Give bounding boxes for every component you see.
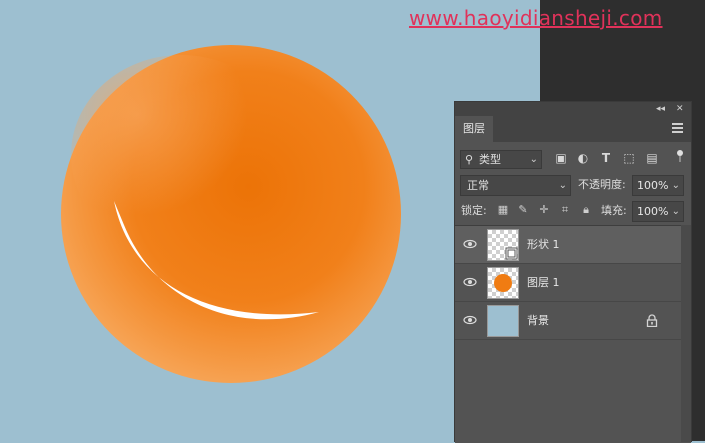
panel-menu-icon[interactable] (672, 123, 683, 133)
layers-scrollbar[interactable] (681, 225, 691, 442)
layer-row-shape1[interactable]: 形状 1 (455, 226, 691, 264)
close-icon[interactable]: ✕ (676, 103, 684, 115)
watermark: www.haoyidiansheji.com (409, 6, 663, 30)
tab-layers[interactable]: 图层 (455, 116, 493, 142)
double-chevron-icon[interactable]: ◂◂ (656, 103, 665, 115)
search-icon: ⚲ (465, 153, 474, 166)
layers-list: 形状 1 图层 1 背景 (455, 225, 691, 443)
lock-position-icon[interactable]: ✛ (538, 204, 550, 216)
type-filter-icon[interactable]: T (599, 151, 613, 165)
lock-artboard-icon[interactable]: ⌗ (559, 204, 571, 216)
fill-input[interactable]: 100% ⌄ (632, 201, 684, 222)
layer-row-layer1[interactable]: 图层 1 (455, 264, 691, 302)
layer-thumbnail-orange (487, 267, 519, 299)
adjustment-filter-icon[interactable]: ◐ (576, 151, 590, 165)
layer-name[interactable]: 图层 1 (527, 264, 560, 301)
lock-image-icon[interactable]: ✎ (517, 204, 529, 216)
lock-label: 锁定: (461, 204, 487, 217)
opacity-label: 不透明度: (578, 178, 626, 191)
filter-toggle-icon[interactable] (677, 150, 683, 162)
layer-row-background[interactable]: 背景 (455, 302, 691, 340)
opacity-input[interactable]: 100% ⌄ (632, 175, 684, 196)
filter-row: ⚲ 类型 ⌄ ▣ ◐ T ⬚ ▤ (455, 148, 691, 170)
layer-name[interactable]: 背景 (527, 302, 549, 339)
lock-transparent-icon[interactable]: ▦ (497, 204, 509, 216)
shape-layer-badge-icon (505, 247, 518, 260)
panel-title-bar: ◂◂ ✕ (455, 102, 691, 116)
lock-icon[interactable] (646, 314, 658, 327)
layer-name[interactable]: 形状 1 (527, 226, 560, 263)
layer-thumbnail-background (487, 305, 519, 337)
eye-icon[interactable] (463, 313, 477, 327)
chevron-down-icon: ⌄ (671, 180, 680, 191)
chevron-down-icon: ⌄ (558, 180, 567, 191)
layer-thumbnail-shape (487, 229, 519, 261)
blend-mode-select[interactable]: 正常 ⌄ (460, 175, 571, 196)
blend-row: 正常 ⌄ 不透明度: 100% ⌄ (455, 175, 691, 197)
eye-icon[interactable] (463, 275, 477, 289)
panel-tab-bar: 图层 (455, 116, 691, 142)
fill-label: 填充: (601, 204, 627, 217)
shape-filter-icon[interactable]: ⬚ (622, 151, 636, 165)
chevron-down-icon: ⌄ (671, 206, 680, 217)
orange-ball-artwork (61, 45, 401, 383)
chevron-down-icon: ⌄ (529, 154, 538, 165)
layers-panel: ◂◂ ✕ 图层 ⚲ 类型 ⌄ ▣ ◐ T ⬚ ▤ 正常 ⌄ 不透明度: 100%… (454, 101, 692, 443)
smart-object-filter-icon[interactable]: ▤ (645, 151, 659, 165)
lock-all-icon[interactable]: 🔒︎ (580, 204, 592, 216)
image-filter-icon[interactable]: ▣ (554, 151, 568, 165)
lock-row: 锁定: ▦ ✎ ✛ ⌗ 🔒︎ 填充: 100% ⌄ (455, 201, 691, 223)
filter-kind-select[interactable]: ⚲ 类型 ⌄ (460, 150, 542, 169)
eye-icon[interactable] (463, 237, 477, 251)
